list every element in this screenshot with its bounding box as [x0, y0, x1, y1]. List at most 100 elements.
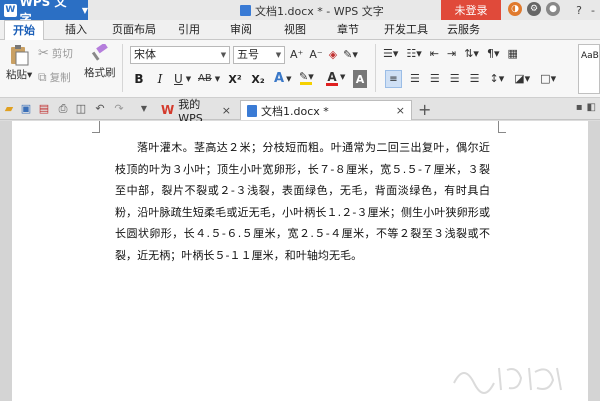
clear-format-icon[interactable]: ✎▾ [343, 48, 358, 61]
title-icons: ◑ ⚙ ● [508, 2, 560, 16]
chevron-down-icon: ▼ [220, 51, 227, 59]
bold-button[interactable]: B [132, 70, 146, 88]
show-marks-icon[interactable]: ¶▾ [487, 47, 500, 60]
decrease-indent-icon[interactable]: ⇤ [430, 47, 439, 60]
chevron-down-icon[interactable]: ▼ [340, 73, 345, 81]
italic-button[interactable]: I [154, 70, 166, 88]
tab-insert[interactable]: 插入 [65, 20, 87, 40]
separator [122, 44, 123, 92]
tab-view[interactable]: 视图 [284, 20, 306, 40]
strikethrough-button[interactable]: AB ▼ [198, 73, 220, 84]
export-pdf-icon[interactable]: ▤ [37, 101, 51, 116]
separator [375, 44, 376, 92]
border-icon[interactable]: □▾ [540, 72, 556, 85]
tab-document[interactable]: 文档1.docx * × [240, 100, 412, 120]
open-folder-icon[interactable]: ▰ [2, 101, 16, 116]
document-icon [240, 5, 251, 16]
chevron-down-icon: ▼ [275, 51, 282, 59]
watermark-logo [453, 367, 562, 394]
print-preview-icon[interactable]: ◫ [74, 101, 88, 116]
paragraph-shading-icon[interactable]: ◪▾ [514, 72, 530, 85]
document-icon [247, 104, 257, 117]
login-button[interactable]: 未登录 [441, 0, 501, 20]
tab-my-wps[interactable]: W 我的WPS × [155, 98, 237, 125]
strikethrough-label: AB [198, 73, 212, 84]
distribute-icon[interactable]: ☰ [470, 72, 480, 85]
redo-icon[interactable]: ↷ [112, 101, 126, 116]
format-painter-button[interactable]: 格式刷 [84, 44, 116, 80]
text-effect-icon: A [274, 71, 285, 86]
user-icon[interactable]: ● [546, 2, 560, 16]
phonetic-icon[interactable]: ◈ [329, 48, 337, 61]
font-color-swatch [326, 83, 338, 86]
minimize-button[interactable]: - [586, 0, 600, 20]
add-tab-button[interactable]: + [418, 100, 431, 119]
shrink-font-icon[interactable]: A⁻ [309, 48, 322, 61]
wps-logo-icon: W [4, 3, 17, 17]
align-right-icon[interactable]: ☰ [430, 72, 440, 85]
sort-icon[interactable]: ⇅▾ [464, 47, 479, 60]
align-buttons: ☰ ☰ ☰ ☰ ↕▾ ◪▾ □▾ [410, 72, 556, 85]
format-painter-label: 格式刷 [84, 67, 116, 79]
font-name-select[interactable]: 宋体 ▼ [130, 46, 230, 64]
window-mode-icon[interactable]: ▪ [576, 102, 583, 113]
tab-chapter[interactable]: 章节 [337, 20, 359, 40]
copy-icon: ⧉ [38, 70, 47, 84]
save-icon[interactable]: ▣ [19, 101, 33, 116]
highlight-swatch [300, 82, 313, 85]
chevron-down-icon[interactable]: ▼ [137, 101, 151, 116]
bullet-list-icon[interactable]: ☰▾ [383, 47, 398, 60]
grow-font-icon[interactable]: A⁺ [290, 48, 303, 61]
window-title-text: 文档1.docx * - WPS 文字 [255, 5, 384, 18]
text-effect-button[interactable]: A ▼ [274, 71, 291, 86]
font-color-label: A [327, 70, 337, 84]
highlight-button[interactable]: ✎▾ [299, 70, 314, 85]
justify-icon[interactable]: ☰ [450, 72, 460, 85]
window-controls: ? - [572, 0, 600, 20]
crop-mark [498, 121, 506, 133]
numbered-list-icon[interactable]: ☷▾ [406, 47, 421, 60]
style-gallery[interactable]: AaBb [578, 44, 600, 94]
cut-label: 剪切 [51, 48, 73, 60]
underline-button[interactable]: U ▼ [174, 72, 191, 86]
font-size-buttons: A⁺ A⁻ ◈ ✎▾ [290, 48, 358, 61]
superscript-button[interactable]: X² [226, 70, 244, 88]
line-spacing-icon[interactable]: ↕▾ [490, 72, 505, 85]
tab-developer[interactable]: 开发工具 [384, 20, 428, 40]
font-size-value: 五号 [237, 48, 259, 61]
subscript-button[interactable]: X₂ [249, 70, 267, 88]
cut-button[interactable]: ✂ 剪切 [38, 46, 73, 61]
tab-home[interactable]: 开始 [4, 20, 44, 41]
close-icon[interactable]: × [396, 104, 405, 117]
tab-review[interactable]: 审阅 [230, 20, 252, 40]
table-icon[interactable]: ▦ [508, 47, 518, 60]
font-color-button[interactable]: A [326, 70, 338, 86]
paste-button[interactable]: 粘贴▾ [6, 44, 32, 82]
copy-button[interactable]: ⧉ 复制 [38, 70, 71, 85]
char-shading-button[interactable]: A [353, 70, 367, 88]
wps-logo-icon: W [161, 103, 175, 117]
title-bar: W WPS 文字 ▼ 文档1.docx * - WPS 文字 未登录 ◑ ⚙ ●… [0, 0, 600, 26]
close-icon[interactable]: × [222, 104, 231, 117]
print-icon[interactable]: ⎙ [56, 101, 70, 116]
settings-icon[interactable]: ⚙ [527, 2, 541, 16]
help-button[interactable]: ? [572, 0, 586, 20]
chevron-down-icon: ▼ [286, 74, 292, 83]
app-menu-button[interactable]: W WPS 文字 ▼ [0, 0, 88, 26]
tab-page-layout[interactable]: 页面布局 [112, 20, 156, 40]
align-center-icon[interactable]: ☰ [410, 72, 420, 85]
undo-icon[interactable]: ↶ [93, 101, 107, 116]
tab-cloud[interactable]: 云服务 [447, 20, 480, 40]
quick-access-bar: ▰ ▣ ▤ ⎙ ◫ ↶ ↷ ▼ W 我的WPS × 文档1.docx * × +… [0, 98, 600, 125]
font-name-value: 宋体 [134, 48, 156, 61]
body-paragraph[interactable]: 落叶灌木。茎高达２米；分枝短而粗。叶通常为二回三出复叶，偶尔近枝顶的叶为３小叶；… [115, 137, 490, 267]
increase-indent-icon[interactable]: ⇥ [447, 47, 456, 60]
fullscreen-icon[interactable]: ◧ [587, 102, 596, 113]
underline-label: U [174, 72, 183, 86]
align-left-button[interactable]: ≡ [385, 70, 402, 88]
menu-bar: 开始 插入 页面布局 引用 审阅 视图 章节 开发工具 云服务 [0, 20, 600, 41]
tab-references[interactable]: 引用 [178, 20, 200, 40]
font-size-select[interactable]: 五号 ▼ [233, 46, 285, 64]
copy-label: 复制 [49, 72, 71, 84]
skin-icon[interactable]: ◑ [508, 2, 522, 16]
